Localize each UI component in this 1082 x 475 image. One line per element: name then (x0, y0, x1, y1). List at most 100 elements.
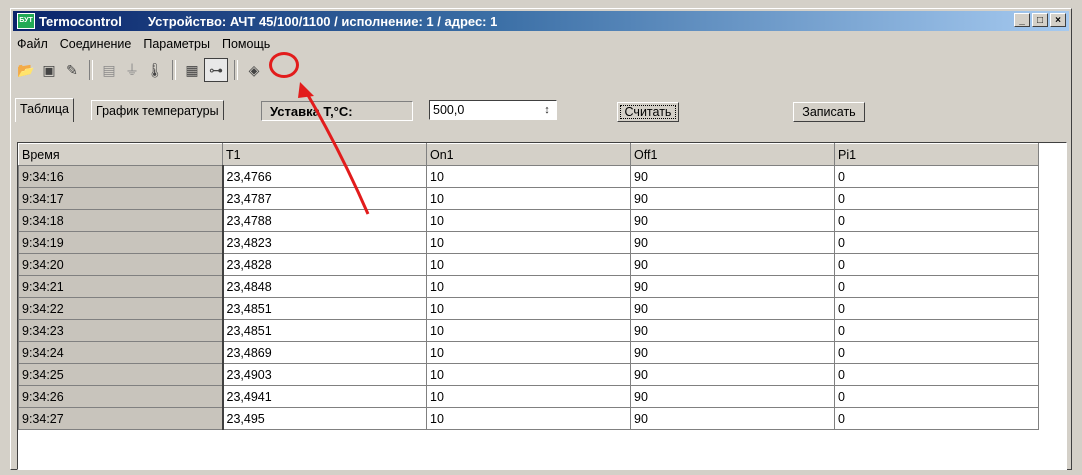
table-cell[interactable]: 10 (426, 165, 631, 188)
eraser-icon[interactable]: ✎ (61, 59, 83, 81)
table-cell[interactable]: 23,4903 (222, 363, 427, 386)
close-button[interactable]: × (1050, 13, 1066, 27)
table-row[interactable]: 9:34:18 23,4788 10 90 0 (18, 209, 1039, 232)
table-cell[interactable]: 90 (630, 297, 835, 320)
table-cell[interactable]: 9:34:19 (18, 231, 224, 254)
table-cell[interactable]: 23,4869 (222, 341, 427, 364)
table-cell[interactable]: 0 (834, 275, 1039, 298)
column-header-on1[interactable]: On1 (426, 143, 631, 166)
table-cell[interactable]: 90 (630, 187, 835, 210)
table-cell[interactable]: 10 (426, 341, 631, 364)
table-cell[interactable]: 90 (630, 319, 835, 342)
table-cell[interactable]: 9:34:27 (18, 407, 224, 430)
table-cell[interactable]: 0 (834, 407, 1039, 430)
table-cell[interactable]: 90 (630, 341, 835, 364)
book-icon[interactable]: ◈ (243, 59, 265, 81)
table-row[interactable]: 9:34:16 23,4766 10 90 0 (18, 165, 1039, 188)
menu-connection[interactable]: Соединение (58, 35, 134, 53)
table-cell[interactable]: 0 (834, 385, 1039, 408)
table-row[interactable]: 9:34:27 23,495 10 90 0 (18, 407, 1039, 430)
table-cell[interactable]: 23,4823 (222, 231, 427, 254)
table-cell[interactable]: 9:34:21 (18, 275, 224, 298)
read-button[interactable]: Считать (617, 102, 679, 122)
table-cell[interactable]: 10 (426, 253, 631, 276)
data-table[interactable]: Время T1 On1 Off1 Pi1 9:34:16 23,4766 10 90… (17, 142, 1067, 470)
table-cell[interactable]: 9:34:23 (18, 319, 224, 342)
table-cell[interactable]: 0 (834, 165, 1039, 188)
settings-table-icon[interactable]: ▦ (181, 59, 203, 81)
table-cell[interactable]: 10 (426, 385, 631, 408)
table-cell[interactable]: 23,4941 (222, 385, 427, 408)
table-cell[interactable]: 10 (426, 363, 631, 386)
disconnect-icon[interactable]: ⊶ (204, 58, 228, 82)
table-cell[interactable]: 90 (630, 385, 835, 408)
table-cell[interactable]: 9:34:18 (18, 209, 224, 232)
table-cell[interactable]: 23,4848 (222, 275, 427, 298)
table-cell[interactable]: 0 (834, 231, 1039, 254)
table-cell[interactable]: 23,4788 (222, 209, 427, 232)
column-header-pi1[interactable]: Pi1 (834, 143, 1039, 166)
table-row[interactable]: 9:34:21 23,4848 10 90 0 (18, 275, 1039, 298)
chip-icon[interactable]: ▣ (38, 59, 60, 81)
table-cell[interactable]: 10 (426, 209, 631, 232)
table-row[interactable]: 9:34:22 23,4851 10 90 0 (18, 297, 1039, 320)
thermometer-icon[interactable]: 🌡 (144, 59, 166, 81)
table-cell[interactable]: 9:34:17 (18, 187, 224, 210)
title-bar[interactable]: БУТ Termocontrol Устройство: АЧТ 45/100/… (13, 11, 1069, 31)
table-cell[interactable]: 9:34:25 (18, 363, 224, 386)
menu-file[interactable]: Файл (15, 35, 50, 53)
table-cell[interactable]: 23,4828 (222, 253, 427, 276)
table-cell[interactable]: 90 (630, 275, 835, 298)
plug-icon[interactable]: ⏚ (121, 59, 143, 81)
setpoint-input[interactable]: 500,0 ↕ (429, 100, 557, 120)
table-cell[interactable]: 0 (834, 341, 1039, 364)
table-cell[interactable]: 10 (426, 319, 631, 342)
menu-parameters[interactable]: Параметры (141, 35, 212, 53)
table-cell[interactable]: 0 (834, 253, 1039, 276)
table-row[interactable]: 9:34:26 23,4941 10 90 0 (18, 385, 1039, 408)
table-cell[interactable]: 90 (630, 209, 835, 232)
table-cell[interactable]: 9:34:16 (18, 165, 224, 188)
print-icon[interactable]: ▤ (98, 59, 120, 81)
write-button[interactable]: Записать (793, 102, 865, 122)
spin-icon[interactable]: ↕ (540, 102, 554, 118)
table-cell[interactable]: 90 (630, 363, 835, 386)
table-row[interactable]: 9:34:17 23,4787 10 90 0 (18, 187, 1039, 210)
table-cell[interactable]: 10 (426, 407, 631, 430)
table-cell[interactable]: 0 (834, 187, 1039, 210)
column-header-t1[interactable]: T1 (222, 143, 427, 166)
menu-help[interactable]: Помощь (220, 35, 272, 53)
table-cell[interactable]: 23,4766 (222, 165, 427, 188)
table-row[interactable]: 9:34:24 23,4869 10 90 0 (18, 341, 1039, 364)
table-cell[interactable]: 0 (834, 297, 1039, 320)
table-row[interactable]: 9:34:25 23,4903 10 90 0 (18, 363, 1039, 386)
table-cell[interactable]: 10 (426, 297, 631, 320)
table-cell[interactable]: 23,4851 (222, 297, 427, 320)
tab-table[interactable]: Таблица (15, 98, 75, 122)
minimize-button[interactable]: _ (1014, 13, 1030, 27)
table-cell[interactable]: 9:34:24 (18, 341, 224, 364)
table-cell[interactable]: 10 (426, 187, 631, 210)
table-cell[interactable]: 0 (834, 209, 1039, 232)
table-cell[interactable]: 10 (426, 231, 631, 254)
table-cell[interactable]: 90 (630, 407, 835, 430)
table-cell[interactable]: 23,495 (222, 407, 427, 430)
table-cell[interactable]: 0 (834, 363, 1039, 386)
table-cell[interactable]: 10 (426, 275, 631, 298)
table-row[interactable]: 9:34:23 23,4851 10 90 0 (18, 319, 1039, 342)
column-header-time[interactable]: Время (18, 143, 223, 166)
tab-temperature-chart[interactable]: График температуры (91, 100, 224, 120)
open-folder-icon[interactable]: 📂 (15, 59, 37, 81)
table-cell[interactable]: 90 (630, 231, 835, 254)
table-cell[interactable]: 90 (630, 165, 835, 188)
table-cell[interactable]: 90 (630, 253, 835, 276)
maximize-button[interactable]: □ (1032, 13, 1048, 27)
table-row[interactable]: 9:34:19 23,4823 10 90 0 (18, 231, 1039, 254)
table-cell[interactable]: 9:34:22 (18, 297, 224, 320)
table-cell[interactable]: 23,4787 (222, 187, 427, 210)
table-cell[interactable]: 9:34:26 (18, 385, 224, 408)
table-cell[interactable]: 23,4851 (222, 319, 427, 342)
table-row[interactable]: 9:34:20 23,4828 10 90 0 (18, 253, 1039, 276)
column-header-off1[interactable]: Off1 (630, 143, 835, 166)
table-cell[interactable]: 0 (834, 319, 1039, 342)
